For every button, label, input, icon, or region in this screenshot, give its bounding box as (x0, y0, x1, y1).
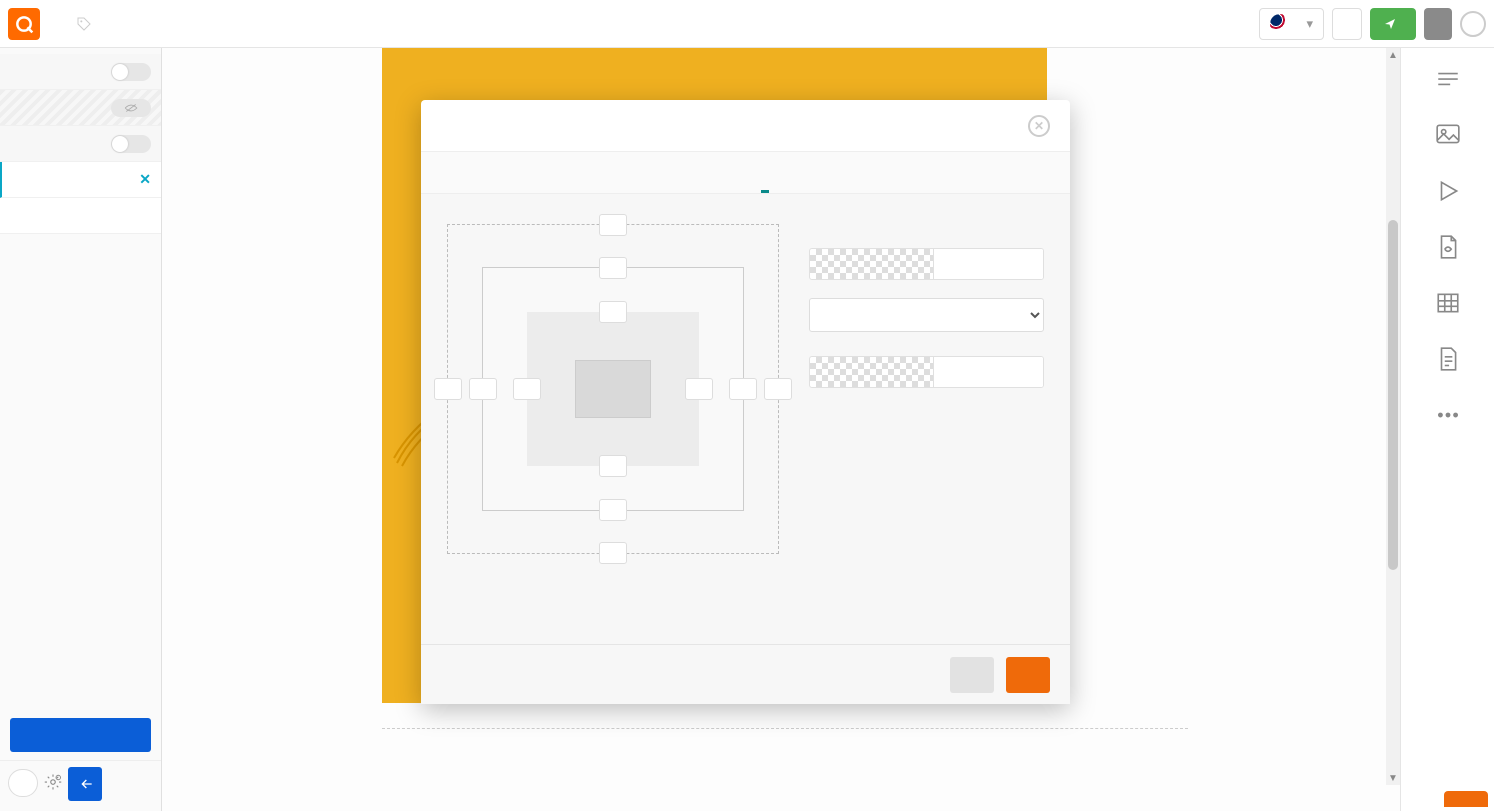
modal-close-icon[interactable]: ✕ (1028, 115, 1050, 137)
spreadsheet-icon (1433, 290, 1463, 316)
tool-images[interactable] (1433, 122, 1463, 154)
scroll-thumb[interactable] (1388, 220, 1398, 570)
close-icon[interactable]: ✕ (139, 171, 151, 188)
review-send-button[interactable] (1370, 8, 1416, 40)
hidden-toggle[interactable] (111, 99, 151, 117)
color-swatch (810, 357, 933, 387)
section-toc[interactable] (0, 90, 161, 126)
video-icon (1433, 178, 1463, 204)
price-display (76, 16, 98, 32)
app-logo[interactable] (8, 8, 40, 40)
content-box (575, 360, 651, 418)
pdf-footer-marker (382, 728, 1188, 731)
sections-sidebar: ✕ (0, 48, 162, 811)
image-icon (1433, 122, 1463, 148)
arrow-left-icon (77, 776, 93, 792)
modal-save-button[interactable] (1006, 657, 1050, 693)
box-model-editor (447, 224, 779, 554)
section-whats-next[interactable] (0, 198, 161, 234)
padding-right-input[interactable] (685, 378, 713, 400)
border-left-input[interactable] (469, 378, 497, 400)
more-icon (1433, 402, 1463, 428)
scroll-down-icon[interactable]: ▼ (1386, 771, 1400, 785)
tool-text[interactable] (1433, 66, 1463, 98)
background-color-picker[interactable] (809, 356, 1044, 388)
border-top-input[interactable] (599, 257, 627, 279)
radius-input[interactable] (729, 378, 757, 400)
tab-general[interactable] (723, 173, 731, 193)
add-section-button[interactable] (10, 718, 151, 752)
eye-off-icon (124, 103, 138, 113)
settings-icon[interactable] (44, 773, 62, 796)
color-swatch (810, 249, 933, 279)
tool-pdf[interactable] (1433, 234, 1463, 266)
border-color-picker[interactable] (809, 248, 1044, 280)
section-cover-page[interactable] (0, 54, 161, 90)
insert-toolbar (1400, 48, 1494, 811)
select-border-color-button[interactable] (933, 249, 1043, 279)
visibility-toggle[interactable] (111, 135, 151, 153)
tool-spreadsheet[interactable] (1433, 290, 1463, 322)
send-icon (1384, 18, 1396, 30)
help-icon[interactable] (1460, 11, 1486, 37)
margin-right-input[interactable] (764, 378, 792, 400)
section-pricing[interactable] (0, 126, 161, 162)
scroll-up-icon[interactable]: ▲ (1386, 48, 1400, 62)
select-background-color-button[interactable] (933, 357, 1043, 387)
currency-selector[interactable]: ▾ (1259, 8, 1324, 40)
padding-top-input[interactable] (599, 301, 627, 323)
border-style-select[interactable] (809, 298, 1044, 332)
support-button[interactable] (1444, 791, 1488, 807)
section-more-information[interactable]: ✕ (0, 162, 161, 198)
chevron-down-icon: ▾ (1306, 16, 1313, 32)
modal-close-button[interactable] (950, 657, 994, 693)
pdf-icon (1433, 234, 1463, 260)
flag-icon (1270, 14, 1290, 34)
close-button[interactable] (1424, 8, 1452, 40)
text-icon (1433, 66, 1463, 92)
padding-bottom-input[interactable] (599, 455, 627, 477)
vertical-scrollbar[interactable]: ▲ ▼ (1386, 48, 1400, 785)
margin-bottom-input[interactable] (599, 542, 627, 564)
show-toggle[interactable] (8, 769, 38, 797)
top-header: ▾ (0, 0, 1494, 48)
collapse-sidebar-button[interactable] (68, 767, 102, 801)
image-settings-modal: ✕ (421, 100, 1070, 704)
border-bottom-input[interactable] (599, 499, 627, 521)
padding-left-input[interactable] (513, 378, 541, 400)
margin-top-input[interactable] (599, 214, 627, 236)
tool-more[interactable] (1433, 402, 1463, 434)
form-icon (1433, 346, 1463, 372)
tab-design-options[interactable] (761, 170, 769, 193)
tag-icon (76, 16, 92, 32)
visibility-toggle[interactable] (111, 63, 151, 81)
tool-forms[interactable] (1433, 346, 1463, 378)
save-button[interactable] (1332, 8, 1362, 40)
margin-left-input[interactable] (434, 378, 462, 400)
tool-videos[interactable] (1433, 178, 1463, 210)
